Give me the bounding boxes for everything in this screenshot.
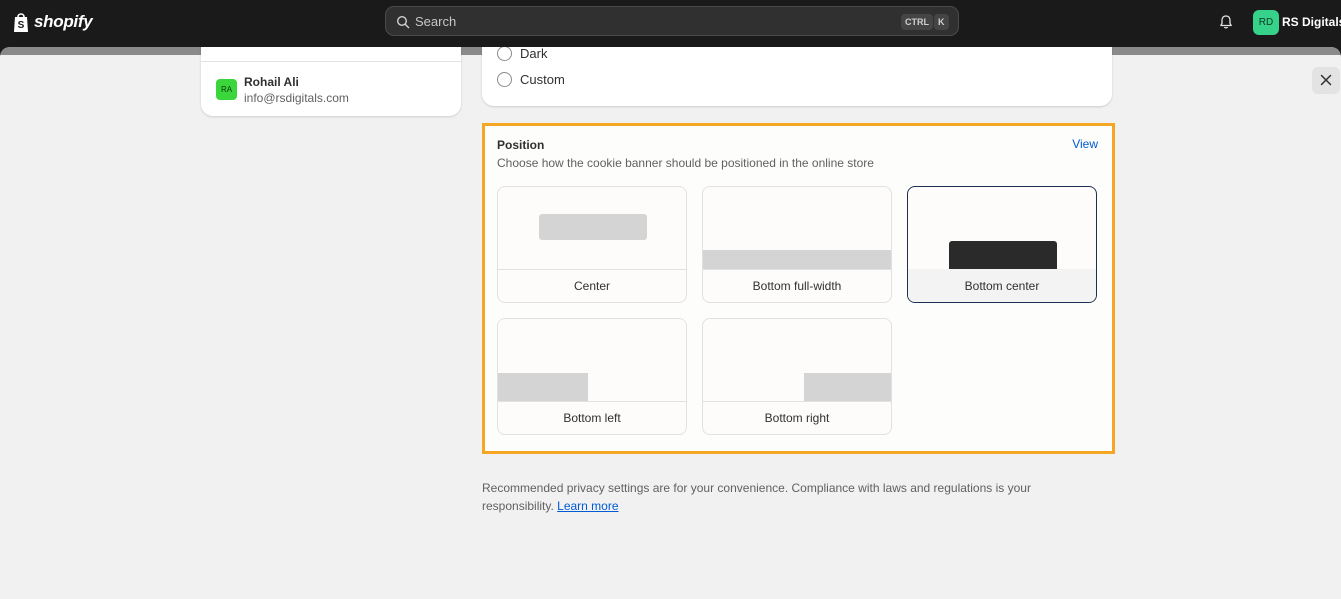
radio-dark-label[interactable]: Dark	[520, 47, 547, 61]
position-card: Position View Choose how the cookie bann…	[482, 123, 1115, 454]
learn-more-link[interactable]: Learn more	[557, 499, 618, 513]
position-option-bottom-full-width[interactable]: Bottom full-width	[702, 186, 892, 303]
store-name[interactable]: RS Digitals	[1282, 15, 1341, 29]
position-title: Position	[497, 138, 545, 152]
shopify-logo[interactable]: S shopify	[12, 11, 93, 33]
preview-bottom-full-width	[703, 187, 891, 270]
shortcut-k-key: K	[934, 14, 949, 30]
search-bar[interactable]: Search CTRL K	[385, 6, 959, 36]
banner-shape	[539, 214, 647, 240]
user-card: RA Rohail Ali info@rsdigitals.com	[201, 47, 461, 116]
option-label: Center	[573, 279, 611, 293]
option-label: Bottom right	[764, 411, 830, 425]
option-label: Bottom left	[563, 411, 621, 425]
preview-bottom-right	[703, 319, 891, 402]
radio-custom[interactable]	[497, 72, 512, 87]
position-option-bottom-left[interactable]: Bottom left	[497, 318, 687, 435]
preview-center	[498, 187, 686, 270]
search-icon	[396, 15, 410, 29]
logo-text: shopify	[34, 12, 93, 31]
search-placeholder[interactable]: Search	[415, 14, 456, 29]
position-option-bottom-right[interactable]: Bottom right	[702, 318, 892, 435]
banner-shape	[498, 373, 588, 401]
user-avatar: RA	[216, 79, 237, 100]
banner-shape	[703, 250, 891, 269]
position-option-center[interactable]: Center	[497, 186, 687, 303]
svg-text:S: S	[18, 20, 25, 31]
radio-dark[interactable]	[497, 47, 512, 61]
close-icon	[1320, 74, 1332, 86]
divider	[201, 61, 461, 62]
preview-bottom-center	[908, 187, 1096, 270]
top-bar: S shopify Search CTRL K RD RS Digitals	[0, 0, 1341, 47]
modal-panel: RA Rohail Ali info@rsdigitals.com Dark C…	[0, 47, 1341, 599]
banner-shape	[949, 241, 1057, 269]
privacy-note: Recommended privacy settings are for you…	[482, 479, 1082, 515]
shortcut-ctrl-key: CTRL	[901, 14, 933, 30]
view-link[interactable]: View	[1072, 137, 1098, 151]
position-option-bottom-center[interactable]: Bottom center	[907, 186, 1097, 303]
store-avatar[interactable]: RD	[1253, 10, 1279, 35]
position-description: Choose how the cookie banner should be p…	[497, 156, 874, 170]
user-name: Rohail Ali	[244, 75, 299, 89]
banner-shape	[804, 373, 891, 401]
radio-custom-label[interactable]: Custom	[520, 72, 565, 87]
bell-icon[interactable]	[1218, 14, 1234, 30]
option-label: Bottom full-width	[752, 279, 842, 293]
theme-card: Dark Custom	[482, 47, 1112, 106]
shopify-bag-icon: S	[14, 13, 28, 32]
close-button[interactable]	[1312, 67, 1340, 94]
user-email: info@rsdigitals.com	[244, 91, 349, 105]
preview-bottom-left	[498, 319, 686, 402]
option-label: Bottom center	[908, 269, 1096, 302]
